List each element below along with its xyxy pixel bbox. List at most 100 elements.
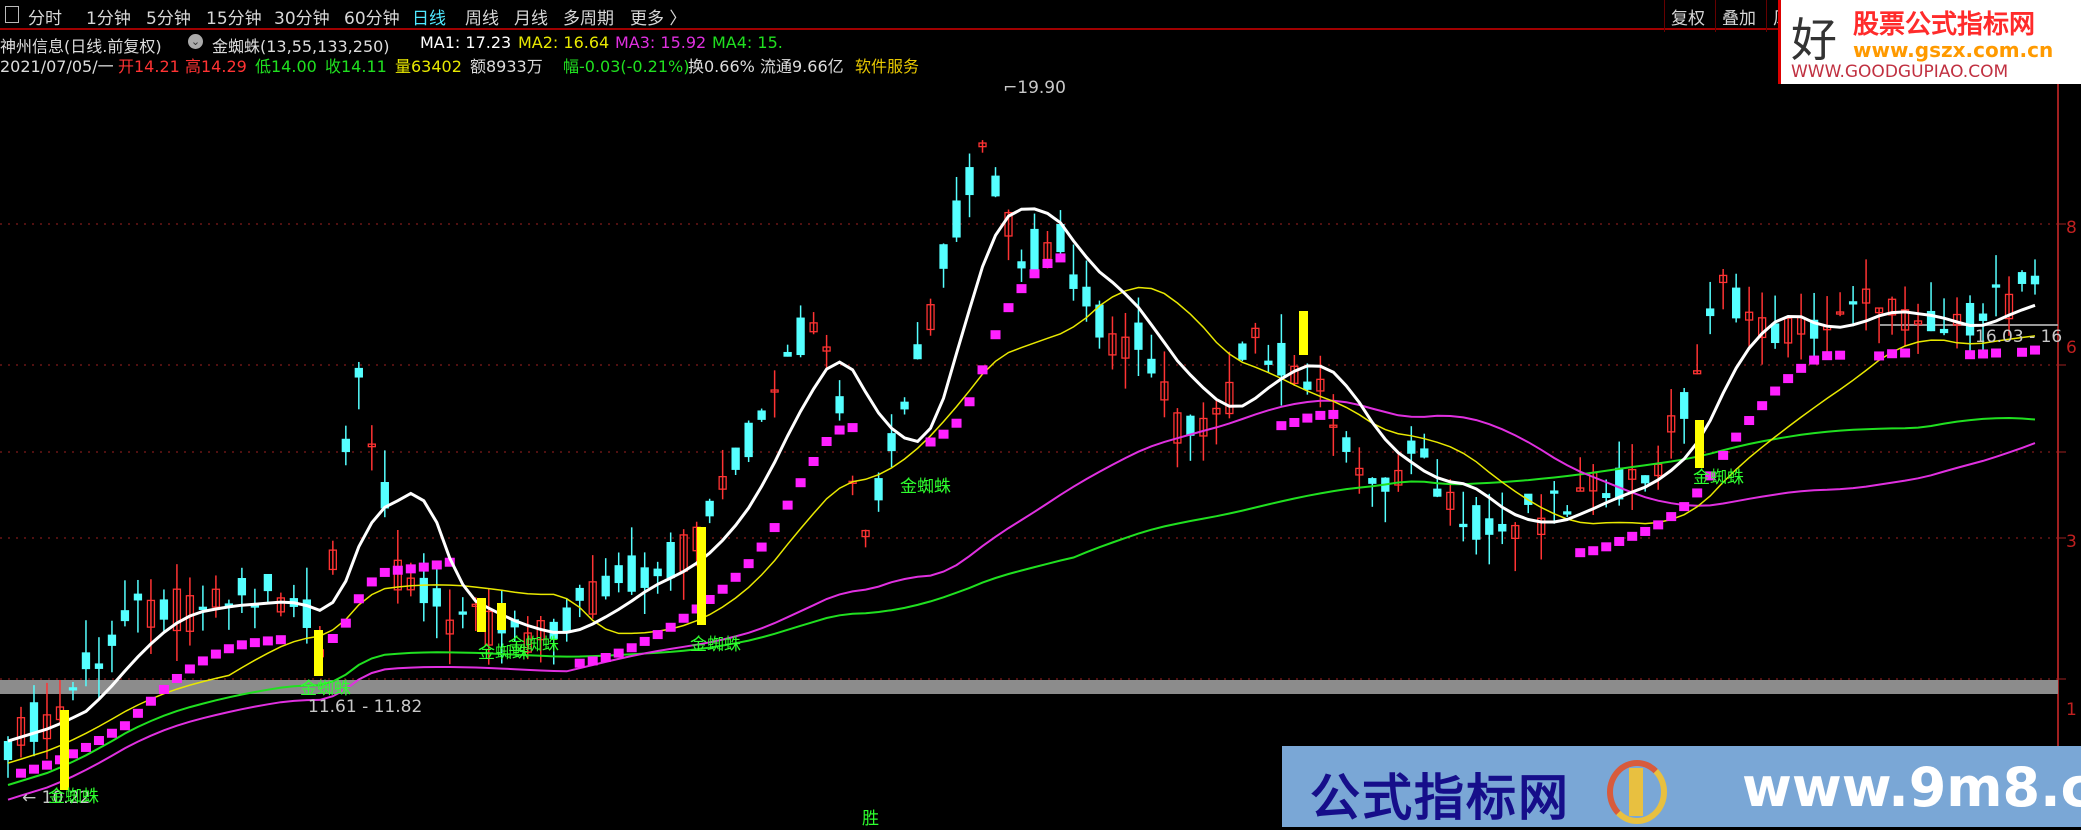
band-step — [1887, 349, 1898, 359]
band-step — [1276, 421, 1287, 431]
candle-body — [562, 607, 571, 633]
band-step — [353, 594, 364, 604]
band-step — [1991, 348, 2002, 358]
band-step — [275, 635, 286, 645]
candle-body — [68, 687, 78, 691]
band-step — [1757, 401, 1768, 411]
band-step — [600, 653, 611, 663]
candle-body — [1848, 301, 1858, 305]
candle-body — [1459, 523, 1468, 528]
candle-body — [354, 367, 363, 378]
candle-body — [900, 401, 909, 410]
band-step — [730, 572, 741, 582]
site-logo: 好 股票公式指标网 www.gszx.com.cn WWW.GOODGUPIAO… — [1778, 0, 2081, 84]
band-step — [249, 638, 260, 648]
signal-label: 金蜘蛛 — [48, 787, 99, 807]
candle-body — [94, 663, 104, 669]
band-step — [158, 684, 169, 694]
band-step — [951, 418, 962, 428]
high-annotation: ⌐19.90 — [1003, 78, 1066, 98]
candle-body — [640, 567, 649, 588]
candle-body — [783, 351, 792, 357]
band-step — [1965, 350, 1976, 360]
band-step — [964, 397, 975, 407]
candle-body — [419, 577, 428, 604]
candle-body — [133, 593, 143, 601]
logo-mark: 好 — [1791, 13, 1837, 67]
band-step — [925, 437, 936, 447]
candle-body — [1680, 392, 1689, 419]
logo-url: www.gszx.com.cn — [1853, 38, 2054, 62]
candle-body — [29, 702, 39, 742]
candle-body — [263, 573, 273, 592]
signal-label: 金蜘蛛 — [300, 679, 351, 699]
bottom-mark: 胜 — [862, 809, 879, 829]
candle-body — [1407, 440, 1416, 454]
band-step — [93, 736, 104, 746]
candle-body — [1939, 328, 1949, 334]
watermark-badge-icon — [1607, 760, 1667, 824]
band-step — [704, 594, 715, 604]
candle-body — [1770, 323, 1780, 344]
band-step — [1003, 303, 1014, 313]
band-step — [821, 437, 832, 446]
band-step — [743, 559, 754, 569]
candle-body — [1615, 467, 1624, 500]
candle-body — [1420, 448, 1429, 458]
candle-body — [965, 167, 974, 196]
candle-body — [1641, 475, 1650, 484]
band-step — [80, 742, 91, 752]
signal-label: 金蜘蛛 — [690, 635, 741, 655]
y-axis-label: 1 — [2066, 700, 2077, 720]
band-step — [236, 640, 247, 650]
band-step — [1978, 349, 1989, 359]
band-step — [938, 429, 949, 439]
band-step — [652, 630, 663, 640]
candle-body — [952, 200, 961, 238]
signal-bar — [497, 603, 506, 630]
band-step — [1328, 409, 1339, 419]
band-step — [1302, 413, 1313, 423]
band-step — [1055, 253, 1066, 263]
candle-body — [3, 741, 13, 761]
candle-body — [874, 478, 883, 501]
band-step — [1016, 284, 1027, 294]
band-step — [1835, 350, 1846, 360]
band-step — [1627, 531, 1638, 541]
band-step — [1770, 386, 1781, 396]
band-step — [2017, 347, 2028, 357]
candle-body — [1602, 493, 1611, 498]
band-step — [1796, 363, 1807, 373]
candle-body — [1991, 284, 2001, 288]
band-step — [795, 478, 806, 488]
candle-body — [1472, 505, 1481, 540]
signal-bar — [477, 598, 486, 632]
band-step — [1614, 536, 1625, 546]
candle-body — [341, 438, 350, 453]
candle-body — [1498, 523, 1507, 532]
band-step — [106, 728, 117, 738]
candle-body — [1082, 286, 1091, 307]
band-step — [210, 649, 221, 659]
band-step — [782, 500, 793, 510]
band-step — [223, 644, 234, 654]
band-step — [574, 658, 585, 668]
band-step — [132, 708, 143, 718]
candle-body — [1069, 274, 1078, 289]
band-step — [1809, 355, 1820, 365]
candle-body — [1264, 360, 1273, 365]
logo-url2: WWW.GOODGUPIAO.COM — [1791, 62, 2009, 82]
band-step — [1822, 351, 1833, 361]
ma3-line — [7, 399, 2036, 801]
candle-body — [731, 447, 740, 470]
band-step — [717, 584, 728, 594]
band-step — [847, 423, 858, 433]
candle-body — [1978, 313, 1988, 321]
candle-body — [1563, 511, 1572, 515]
candle-body — [1303, 381, 1312, 390]
candle-body — [627, 555, 636, 592]
candle-body — [458, 611, 467, 615]
signal-bar — [697, 527, 706, 625]
candle-body — [913, 344, 922, 360]
signal-bar — [1695, 420, 1704, 468]
